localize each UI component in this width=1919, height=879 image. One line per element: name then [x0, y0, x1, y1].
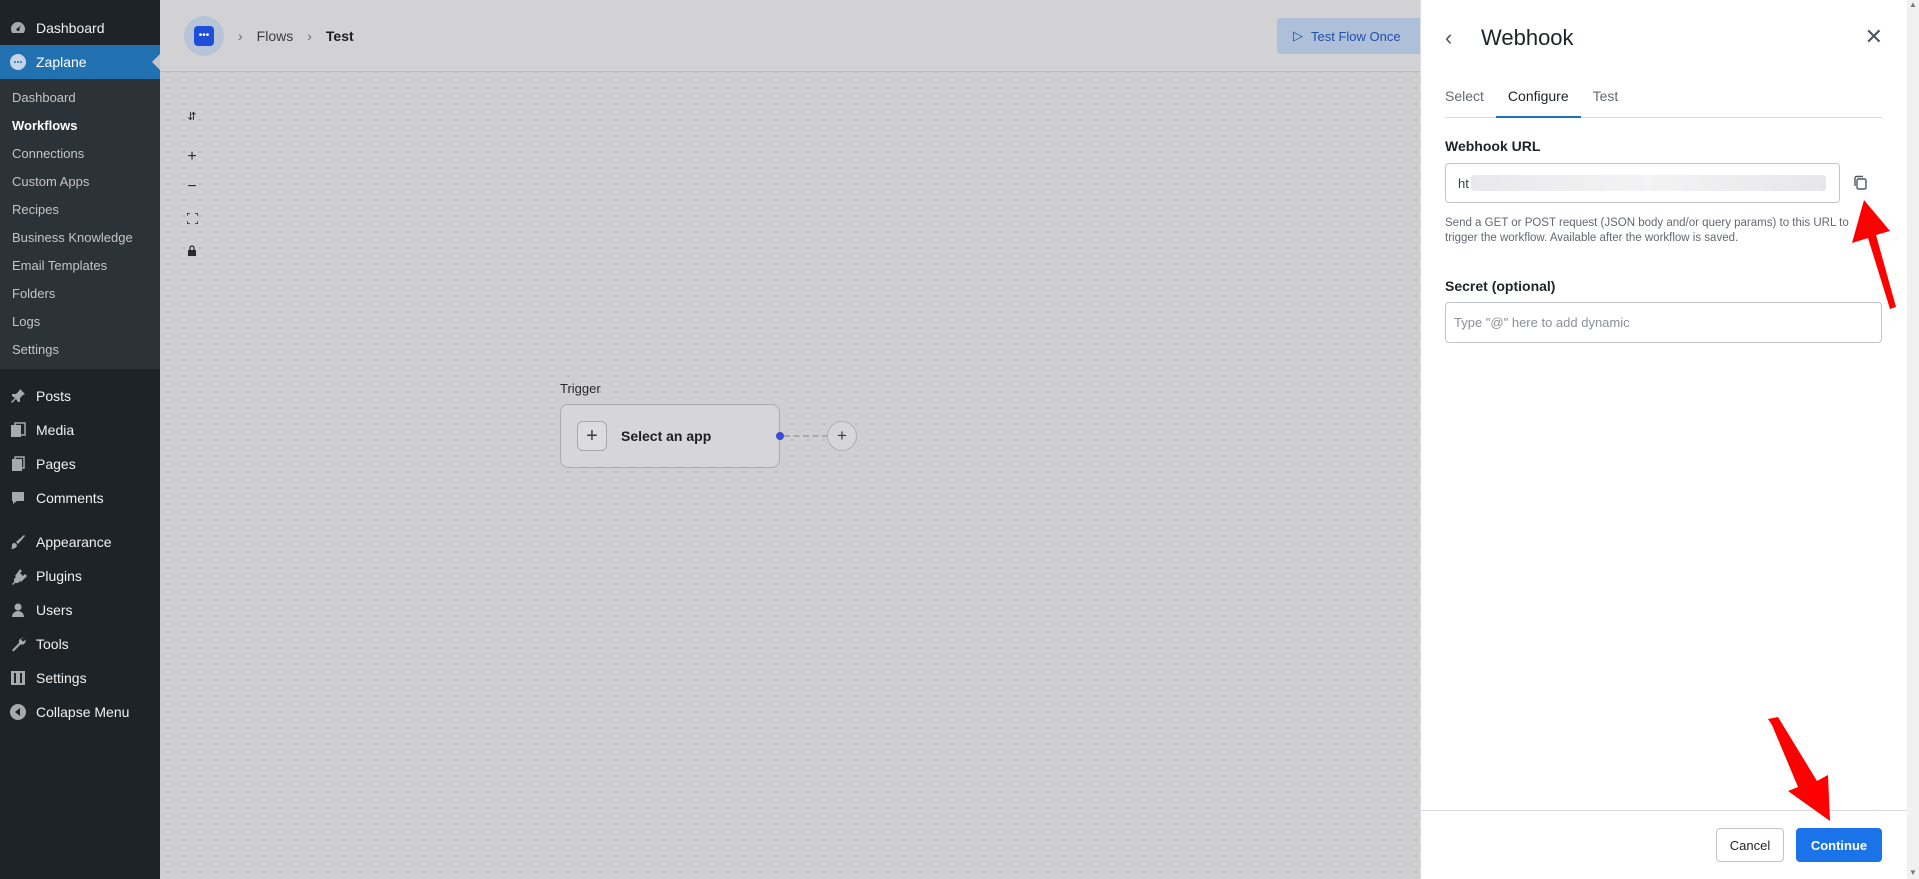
menu-media[interactable]: Media	[0, 413, 160, 447]
wrench-icon	[8, 634, 28, 654]
menu-users[interactable]: Users	[0, 593, 160, 627]
trigger-node[interactable]: + Select an app	[560, 404, 780, 468]
webhook-url-value: ht	[1458, 175, 1469, 191]
submenu-connections[interactable]: Connections	[0, 139, 160, 167]
webhook-url-help: Send a GET or POST request (JSON body an…	[1445, 217, 1849, 244]
panel-header: ‹ Webhook ✕	[1445, 22, 1885, 54]
menu-dashboard-label: Dashboard	[36, 20, 105, 36]
submenu-custom-apps[interactable]: Custom Apps	[0, 167, 160, 195]
app-logo-icon: •••	[194, 25, 214, 46]
menu-settings[interactable]: Settings	[0, 661, 160, 695]
tab-select[interactable]: Select	[1445, 82, 1496, 118]
submenu-dashboard[interactable]: Dashboard	[0, 83, 160, 111]
plugin-icon	[8, 566, 28, 586]
dashboard-icon	[8, 18, 28, 38]
submenu-recipes[interactable]: Recipes	[0, 195, 160, 223]
submenu-logs[interactable]: Logs	[0, 307, 160, 335]
page-scrollbar[interactable]: ▲ ▼	[1907, 0, 1919, 879]
settings-sliders-icon	[8, 668, 28, 688]
pushpin-icon	[8, 386, 28, 406]
secret-label: Secret (optional)	[1445, 278, 1556, 294]
chevron-left-icon[interactable]: ‹	[1445, 25, 1467, 51]
trigger-node-text: Select an app	[621, 428, 712, 444]
menu-users-label: Users	[36, 602, 73, 618]
cancel-button[interactable]: Cancel	[1716, 828, 1784, 862]
menu-appearance-label: Appearance	[36, 534, 112, 550]
redacted-url-blur	[1470, 175, 1826, 191]
scroll-up-icon[interactable]: ▲	[1909, 0, 1917, 9]
play-icon: ▷	[1293, 28, 1303, 43]
test-flow-button[interactable]: ▷ Test Flow Once	[1277, 18, 1437, 54]
test-flow-label: Test Flow Once	[1311, 28, 1401, 44]
menu-settings-label: Settings	[36, 670, 87, 686]
continue-button[interactable]: Continue	[1796, 828, 1882, 862]
menu-appearance[interactable]: Appearance	[0, 525, 160, 559]
submenu-settings[interactable]: Settings	[0, 335, 160, 363]
menu-comments[interactable]: Comments	[0, 481, 160, 515]
swap-vertical-icon[interactable]: ⇵	[182, 106, 202, 126]
comment-icon	[8, 488, 28, 508]
fit-view-icon[interactable]	[182, 208, 202, 228]
submenu-workflows[interactable]: Workflows	[0, 111, 160, 139]
secret-placeholder: Type "@" here to add dynamic	[1454, 315, 1630, 330]
chevron-right-icon: ›	[307, 27, 312, 44]
close-icon[interactable]: ✕	[1865, 24, 1883, 50]
tab-configure[interactable]: Configure	[1495, 82, 1581, 118]
trigger-label: Trigger	[560, 381, 601, 396]
menu-pages-label: Pages	[36, 456, 76, 472]
pages-icon	[8, 454, 28, 474]
media-icon	[8, 420, 28, 440]
menu-media-label: Media	[36, 422, 75, 438]
menu-posts[interactable]: Posts	[0, 379, 160, 413]
lock-icon[interactable]	[182, 240, 202, 260]
breadcrumb-current: Test	[325, 27, 354, 44]
webhook-url-field[interactable]: ht	[1445, 163, 1840, 203]
panel-title: Webhook	[1481, 25, 1574, 50]
wp-admin-sidebar: Dashboard Zaplane Dashboard Workflows Co…	[0, 0, 160, 879]
menu-plugins[interactable]: Plugins	[0, 559, 160, 593]
zoom-out-icon[interactable]: −	[182, 177, 202, 197]
connector-handle[interactable]	[776, 432, 784, 440]
menu-collapse[interactable]: Collapse Menu	[0, 695, 160, 729]
plus-icon: +	[577, 421, 607, 451]
menu-plugins-label: Plugins	[36, 568, 82, 584]
app-logo[interactable]: •••	[184, 15, 224, 56]
annotation-arrow-continue	[1768, 717, 1830, 821]
menu-tools-label: Tools	[36, 636, 69, 652]
submenu-folders[interactable]: Folders	[0, 279, 160, 307]
menu-zaplane-label: Zaplane	[36, 54, 87, 70]
user-icon	[8, 600, 28, 620]
menu-pages[interactable]: Pages	[0, 447, 160, 481]
menu-dashboard[interactable]: Dashboard	[0, 11, 160, 45]
menu-zaplane[interactable]: Zaplane	[0, 45, 160, 79]
connector-line	[784, 435, 828, 437]
webhook-url-label: Webhook URL	[1445, 138, 1541, 154]
menu-posts-label: Posts	[36, 388, 72, 404]
submenu-email-templates[interactable]: Email Templates	[0, 251, 160, 279]
annotation-arrow-copy	[1852, 200, 1896, 309]
zaplane-icon	[8, 52, 28, 72]
submenu-business-knowledge[interactable]: Business Knowledge	[0, 223, 160, 251]
breadcrumb-flows[interactable]: Flows	[257, 28, 294, 44]
menu-comments-label: Comments	[36, 490, 104, 506]
panel-tabs: Select Configure Test	[1445, 82, 1882, 118]
zaplane-submenu: Dashboard Workflows Connections Custom A…	[0, 79, 160, 369]
menu-collapse-label: Collapse Menu	[36, 704, 130, 720]
zoom-in-icon[interactable]: +	[182, 147, 202, 167]
scroll-down-icon[interactable]: ▼	[1909, 868, 1917, 877]
chevron-right-icon: ›	[238, 27, 243, 44]
menu-tools[interactable]: Tools	[0, 627, 160, 661]
secret-input[interactable]: Type "@" here to add dynamic	[1445, 302, 1882, 343]
tab-test[interactable]: Test	[1581, 82, 1631, 118]
collapse-arrow-icon	[8, 702, 28, 722]
copy-icon[interactable]	[1851, 173, 1871, 193]
add-step-button[interactable]: +	[827, 421, 857, 451]
paintbrush-icon	[8, 532, 28, 552]
